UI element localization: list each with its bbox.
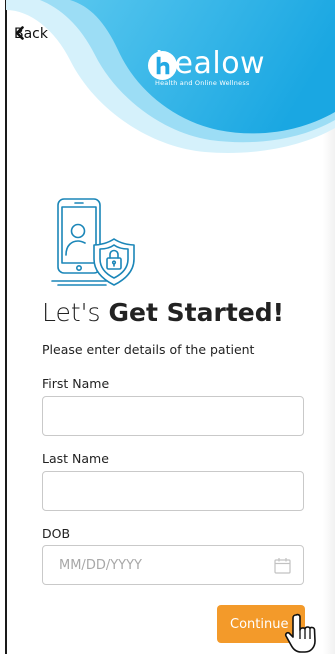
- phone-shield-lock-illustration: [51, 198, 135, 286]
- first-name-label: First Name: [42, 376, 110, 391]
- last-name-field[interactable]: [42, 471, 304, 511]
- hand-pointer-icon: [284, 613, 316, 653]
- last-name-input[interactable]: [43, 472, 303, 510]
- healow-logo-icon: [147, 50, 178, 81]
- chevron-left-icon: [15, 26, 24, 40]
- back-button[interactable]: Back: [14, 26, 48, 42]
- first-name-input[interactable]: [43, 397, 303, 435]
- last-name-label: Last Name: [42, 451, 109, 466]
- dob-input[interactable]: [43, 546, 303, 584]
- dob-label: DOB: [42, 526, 71, 541]
- healow-logo: healow Health and Online Wellness: [147, 49, 265, 87]
- dob-field[interactable]: [42, 545, 304, 585]
- page-subtitle: Please enter details of the patient: [42, 342, 255, 357]
- page-title: Let's Get Started!: [42, 298, 284, 327]
- calendar-icon[interactable]: [274, 557, 291, 574]
- first-name-field[interactable]: [42, 396, 304, 436]
- title-light: Let's: [42, 298, 101, 327]
- title-bold: Get Started!: [108, 298, 285, 327]
- header-banner: Back healow Health and Online Wellness: [0, 0, 335, 170]
